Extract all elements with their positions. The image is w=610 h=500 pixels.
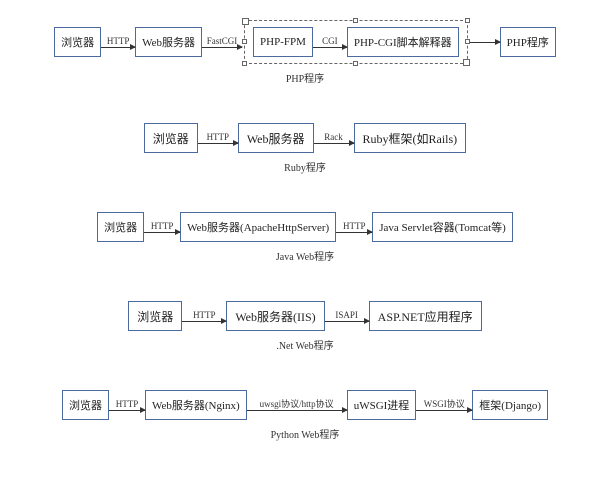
- arrow: [470, 41, 500, 43]
- arrow-label: FastCGI: [207, 37, 238, 46]
- node-servlet-container: Java Servlet容器(Tomcat等): [372, 212, 513, 242]
- arrow-label: HTTP: [193, 311, 216, 320]
- flow-row-dotnet: 浏览器 HTTP Web服务器(IIS) ISAPI ASP.NET应用程序: [10, 301, 600, 331]
- node-uwsgi: uWSGI进程: [347, 390, 417, 420]
- arrow: ISAPI: [325, 311, 369, 322]
- node-browser: 浏览器: [62, 390, 109, 420]
- flow-row-python: 浏览器 HTTP Web服务器(Nginx) uwsgi协议/http协议 uW…: [10, 390, 600, 420]
- arrow-label: HTTP: [207, 133, 230, 142]
- arrow: HTTP: [198, 133, 238, 144]
- node-webserver: Web服务器: [238, 123, 314, 153]
- arrow: Rack: [314, 133, 354, 144]
- node-webserver: Web服务器: [135, 27, 202, 57]
- node-phpcgi: PHP-CGI脚本解释器: [347, 27, 459, 57]
- flow-row-java: 浏览器 HTTP Web服务器(ApacheHttpServer) HTTP J…: [10, 212, 600, 242]
- caption-php: PHP程序: [10, 70, 600, 85]
- arrow: HTTP: [101, 37, 135, 48]
- arrow: WSGI协议: [416, 400, 472, 411]
- arrow-label: HTTP: [116, 400, 139, 409]
- arrow: HTTP: [144, 222, 180, 233]
- arrow-label: uwsgi协议/http协议: [260, 400, 334, 409]
- node-django: 框架(Django): [472, 390, 548, 420]
- arrow: FastCGI: [202, 37, 242, 48]
- flow-row-php: 浏览器 HTTP Web服务器 FastCGI PHP-FPM CGI PHP-…: [10, 20, 600, 64]
- node-webserver-apache: Web服务器(ApacheHttpServer): [180, 212, 336, 242]
- caption-java: Java Web程序: [10, 248, 600, 263]
- node-aspnet-app: ASP.NET应用程序: [369, 301, 482, 331]
- arrow-label: HTTP: [151, 222, 174, 231]
- arrow: HTTP: [109, 400, 145, 411]
- node-browser: 浏览器: [97, 212, 144, 242]
- arrow-label: Rack: [324, 133, 343, 142]
- caption-ruby: Ruby程序: [10, 159, 600, 174]
- node-browser: 浏览器: [54, 27, 101, 57]
- node-rubyframework: Ruby框架(如Rails): [354, 123, 467, 153]
- arrow: CGI: [313, 37, 347, 48]
- flow-row-ruby: 浏览器 HTTP Web服务器 Rack Ruby框架(如Rails): [10, 123, 600, 153]
- node-webserver-iis: Web服务器(IIS): [226, 301, 324, 331]
- arrow-label: HTTP: [343, 222, 366, 231]
- arrow-label: WSGI协议: [424, 400, 465, 409]
- arrow-label: HTTP: [107, 37, 130, 46]
- node-browser: 浏览器: [128, 301, 182, 331]
- node-phpfpm: PHP-FPM: [253, 27, 313, 57]
- caption-python: Python Web程序: [10, 426, 600, 441]
- node-webserver-nginx: Web服务器(Nginx): [145, 390, 247, 420]
- caption-dotnet: .Net Web程序: [10, 337, 600, 352]
- arrow-label: ISAPI: [335, 311, 358, 320]
- arrow: HTTP: [182, 311, 226, 322]
- node-browser: 浏览器: [144, 123, 198, 153]
- arrow: uwsgi协议/http协议: [247, 400, 347, 411]
- node-phpapp: PHP程序: [500, 27, 556, 57]
- dashed-group-php: PHP-FPM CGI PHP-CGI脚本解释器: [244, 20, 468, 64]
- arrow-label: CGI: [322, 37, 338, 46]
- arrow: HTTP: [336, 222, 372, 233]
